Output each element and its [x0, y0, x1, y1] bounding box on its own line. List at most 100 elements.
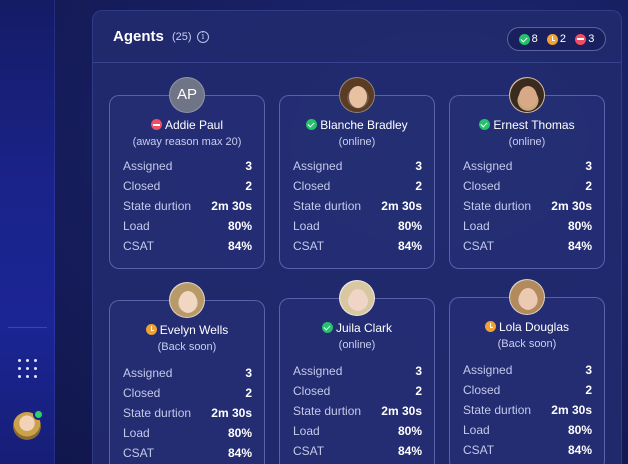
csat-label: CSAT: [463, 443, 495, 457]
csat-value: 84%: [397, 239, 422, 253]
csat-label: CSAT: [123, 446, 155, 460]
away-summary[interactable]: 2: [546, 33, 567, 45]
agent-name: Juila Clark: [335, 321, 392, 335]
agent-card[interactable]: Juila Clark (online) Assigned 3 Closed 2 S…: [279, 280, 435, 464]
agent-name: Blanche Bradley: [320, 118, 408, 132]
assigned-label: Assigned: [293, 159, 343, 173]
state-duration-label: State durtion: [463, 403, 532, 417]
agent-substatus: (away reason max 20): [132, 136, 242, 148]
agent-substatus: (online): [508, 136, 546, 148]
agent-name: Ernest Thomas: [493, 118, 575, 132]
csat-label: CSAT: [293, 239, 325, 253]
online-status-icon: [321, 322, 333, 333]
assigned-value: 3: [585, 159, 592, 173]
state-duration-label: State durtion: [293, 199, 362, 213]
agent-name-row: Evelyn Wells: [110, 323, 264, 337]
online-summary[interactable]: 8: [518, 33, 538, 45]
status-summary-filter[interactable]: 8 2 3: [507, 27, 606, 51]
state-duration-value: 2m 30s: [381, 199, 422, 213]
agent-card[interactable]: Blanche Bradley (online) Assigned 3 Close…: [279, 77, 435, 269]
csat-label: CSAT: [293, 444, 325, 458]
agent-name: Lola Douglas: [498, 320, 570, 334]
panel-title: Agents: [113, 28, 164, 45]
state-duration-label: State durtion: [463, 199, 532, 213]
load-value: 80%: [567, 219, 592, 233]
assigned-value: 3: [245, 366, 252, 380]
closed-value: 2: [585, 179, 592, 193]
csat-label: CSAT: [463, 239, 495, 253]
closed-label: Closed: [463, 383, 501, 397]
state-duration-label: State durtion: [123, 199, 192, 213]
load-label: Load: [293, 219, 320, 233]
sidebar: [0, 0, 55, 464]
away-status-icon: [145, 324, 157, 335]
busy-summary[interactable]: 3: [575, 33, 594, 45]
agent-substatus: (Back soon): [157, 341, 217, 353]
closed-value: 2: [415, 179, 422, 193]
agent-card[interactable]: Evelyn Wells (Back soon) Assigned 3 Close…: [109, 282, 265, 464]
agent-avatar: [169, 282, 205, 318]
agent-name-row: Ernest Thomas: [450, 118, 604, 132]
away-clock-icon: [546, 33, 558, 45]
online-status-dot: [33, 409, 44, 420]
agent-substatus: (Back soon): [497, 338, 557, 350]
busy-status-icon: [150, 119, 162, 130]
csat-value: 84%: [227, 239, 252, 253]
agents-dashboard: Agents (25) i 8 2 3 AP Addie Paul (away …: [0, 0, 628, 464]
agents-panel: Agents (25) i 8 2 3 AP Addie Paul (away …: [92, 10, 622, 464]
csat-label: CSAT: [123, 239, 155, 253]
closed-value: 2: [415, 384, 422, 398]
state-duration-label: State durtion: [293, 404, 362, 418]
agent-avatar: [339, 77, 375, 113]
agent-card[interactable]: Lola Douglas (Back soon) Assigned 3 Close…: [449, 279, 605, 464]
agent-name: Addie Paul: [164, 118, 224, 132]
agent-avatar: AP: [169, 77, 205, 113]
info-icon[interactable]: i: [197, 31, 209, 43]
csat-value: 84%: [397, 444, 422, 458]
closed-label: Closed: [463, 179, 501, 193]
state-duration-value: 2m 30s: [211, 406, 252, 420]
state-duration-value: 2m 30s: [551, 199, 592, 213]
assigned-label: Assigned: [123, 159, 173, 173]
closed-value: 2: [245, 179, 252, 193]
closed-value: 2: [585, 383, 592, 397]
online-check-icon: [518, 33, 530, 45]
agent-substatus: (online): [338, 136, 376, 148]
assigned-label: Assigned: [123, 366, 173, 380]
agent-name: Evelyn Wells: [159, 323, 229, 337]
busy-minus-icon: [575, 33, 587, 45]
load-label: Load: [123, 426, 150, 440]
user-avatar[interactable]: [13, 409, 44, 440]
agent-stats: Assigned 3 Closed 2 State durtion 2m 30s Lo…: [463, 360, 592, 460]
away-count: 2: [559, 33, 567, 45]
agent-name-row: Lola Douglas: [450, 320, 604, 334]
agent-name-row: Addie Paul: [110, 118, 264, 132]
state-duration-label: State durtion: [123, 406, 192, 420]
online-count: 8: [531, 33, 538, 45]
away-status-icon: [484, 321, 496, 332]
agent-card[interactable]: Ernest Thomas (online) Assigned 3 Closed 2…: [449, 77, 605, 269]
online-status-icon: [306, 119, 318, 130]
agent-card[interactable]: AP Addie Paul (away reason max 20) Assig…: [109, 77, 265, 269]
load-value: 80%: [227, 219, 252, 233]
load-label: Load: [293, 424, 320, 438]
agent-avatar: [339, 280, 375, 316]
assigned-value: 3: [585, 363, 592, 377]
state-duration-value: 2m 30s: [551, 403, 592, 417]
busy-count: 3: [588, 33, 595, 45]
agent-name-row: Juila Clark: [280, 321, 434, 335]
state-duration-value: 2m 30s: [381, 404, 422, 418]
assigned-label: Assigned: [463, 363, 513, 377]
agent-name-row: Blanche Bradley: [280, 118, 434, 132]
state-duration-value: 2m 30s: [211, 199, 252, 213]
closed-value: 2: [245, 386, 252, 400]
agent-stats: Assigned 3 Closed 2 State durtion 2m 30s Lo…: [293, 156, 422, 256]
closed-label: Closed: [293, 384, 331, 398]
agent-stats: Assigned 3 Closed 2 State durtion 2m 30s Lo…: [463, 156, 592, 256]
closed-label: Closed: [293, 179, 331, 193]
load-value: 80%: [397, 219, 422, 233]
grid-dots-icon[interactable]: [18, 359, 38, 379]
agent-stats: Assigned 3 Closed 2 State durtion 2m 30s Lo…: [123, 156, 252, 256]
online-status-icon: [479, 119, 491, 130]
agent-stats: Assigned 3 Closed 2 State durtion 2m 30s Lo…: [123, 363, 252, 463]
